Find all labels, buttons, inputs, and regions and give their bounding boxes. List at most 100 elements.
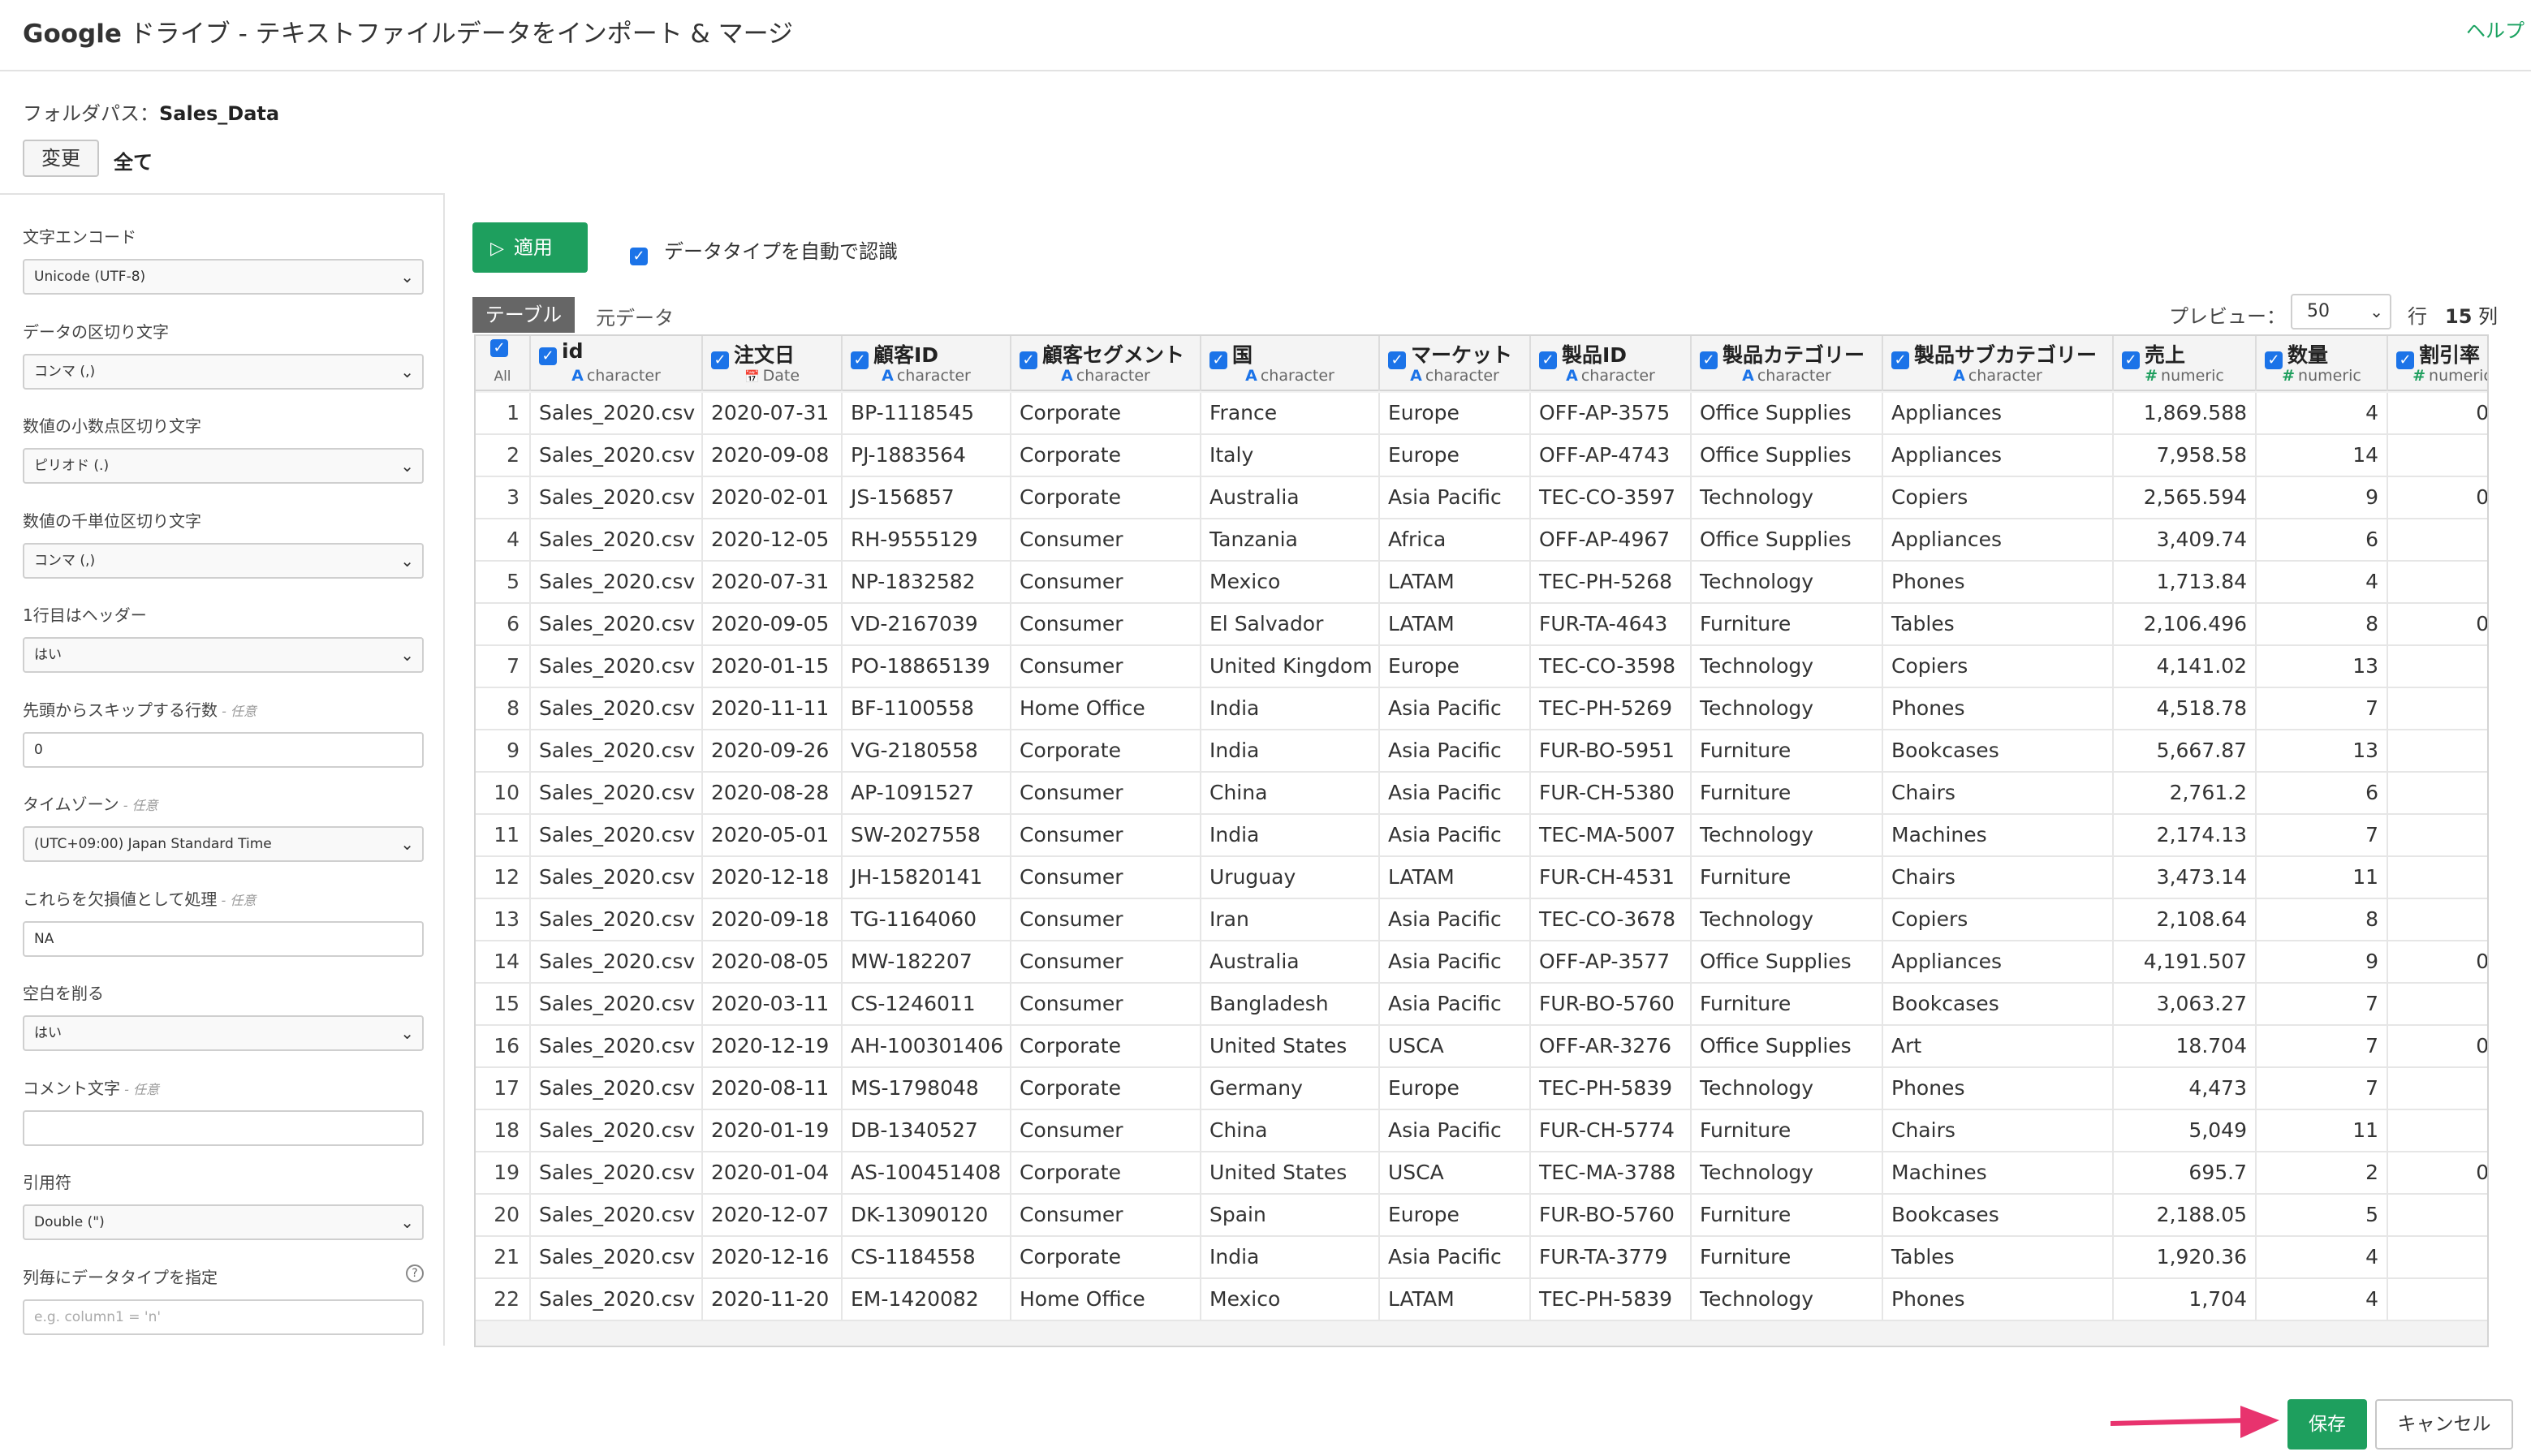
setting-input[interactable]: e.g. column1 = 'n' xyxy=(23,1299,424,1335)
all-files-label: 全て xyxy=(114,151,153,174)
table-cell: FUR-CH-5380 xyxy=(1531,773,1692,815)
setting-select[interactable]: コンマ (,) ⌄ xyxy=(23,353,424,390)
column-type[interactable]: Acharacter xyxy=(531,367,701,385)
table-cell: 2020-05-01 xyxy=(703,815,843,857)
table-row: 10 Sales_2020.csv 2020-08-28 AP-1091527 Cons… xyxy=(476,773,2487,815)
apply-button-label: 適用 xyxy=(513,236,553,259)
table-cell: 2,188.05 xyxy=(2114,1195,2257,1237)
table-cell: EM-1420082 xyxy=(843,1279,1011,1321)
column-type[interactable]: # numeric xyxy=(2114,367,2255,385)
column-header[interactable]: ✓ 割引率 # numeric xyxy=(2388,336,2487,391)
column-header[interactable]: ✓ 顧客ID Acharacter xyxy=(843,336,1011,391)
row-index: 16 xyxy=(476,1026,531,1068)
table-cell: Bangladesh xyxy=(1201,984,1380,1026)
column-type-label: character xyxy=(1076,367,1150,385)
tab-table[interactable]: テーブル xyxy=(472,297,575,333)
table-cell: 6 xyxy=(2257,773,2388,815)
column-type[interactable]: Acharacter xyxy=(1201,367,1378,385)
table-row: 14 Sales_2020.csv 2020-08-05 MW-182207 Consu… xyxy=(476,941,2487,984)
column-header[interactable]: ✓ 数量 # numeric xyxy=(2257,336,2388,391)
save-button[interactable]: 保存 xyxy=(2287,1399,2367,1450)
tab-raw-data[interactable]: 元データ xyxy=(596,302,674,330)
setting-input[interactable]: NA xyxy=(23,920,424,957)
setting-label: 文字エンコード xyxy=(23,224,424,248)
apply-button[interactable]: ▷ 適用 xyxy=(472,222,588,273)
column-type[interactable]: Acharacter xyxy=(1692,367,1882,385)
column-header[interactable]: ✓ 製品カテゴリー Acharacter xyxy=(1692,336,1883,391)
setting-select[interactable]: はい ⌄ xyxy=(23,1015,424,1051)
setting-select[interactable]: Unicode (UTF-8) ⌄ xyxy=(23,259,424,295)
column-header[interactable]: ✓ 国 Acharacter xyxy=(1201,336,1380,391)
column-name: 顧客セグメント xyxy=(1042,343,1185,367)
setting-select[interactable]: (UTC+09:00) Japan Standard Time ⌄ xyxy=(23,826,424,862)
table-cell: LATAM xyxy=(1380,1279,1531,1321)
table-row: 9 Sales_2020.csv 2020-09-26 VG-2180558 Corpo… xyxy=(476,730,2487,773)
help-link[interactable]: ヘルプ xyxy=(2466,15,2525,43)
column-header[interactable]: ✓ id Acharacter xyxy=(531,336,703,391)
setting-select[interactable]: はい ⌄ xyxy=(23,637,424,673)
setting-input[interactable]: 0 xyxy=(23,731,424,768)
column-type[interactable]: # numeric xyxy=(2257,367,2387,385)
table-cell: 7,958.58 xyxy=(2114,435,2257,477)
column-header[interactable]: ✓ 注文日 📅 Date xyxy=(703,336,843,391)
column-type[interactable]: # numeric xyxy=(2388,367,2487,385)
table-cell: 2020-12-19 xyxy=(703,1026,843,1068)
column-type[interactable]: Acharacter xyxy=(1883,367,2112,385)
numeric-type-icon: # xyxy=(2412,367,2426,385)
column-header[interactable]: ✓ 売上 # numeric xyxy=(2114,336,2257,391)
setting-select[interactable]: ピリオド (.) ⌄ xyxy=(23,448,424,484)
table-cell: Technology xyxy=(1692,1068,1883,1110)
select-all-checkbox[interactable]: ✓ xyxy=(490,339,508,357)
table-cell: Sales_2020.csv xyxy=(531,941,703,984)
table-cell: 2020-12-05 xyxy=(703,519,843,562)
setting-select[interactable]: コンマ (,) ⌄ xyxy=(23,542,424,579)
column-type[interactable]: Acharacter xyxy=(1380,367,1529,385)
help-icon[interactable]: ? xyxy=(406,1264,424,1282)
table-cell: Consumer xyxy=(1011,646,1201,688)
table-row: 6 Sales_2020.csv 2020-09-05 VD-2167039 Consu… xyxy=(476,604,2487,646)
table-row: 13 Sales_2020.csv 2020-09-18 TG-1164060 Cons… xyxy=(476,899,2487,941)
table-cell: OFF-AP-4967 xyxy=(1531,519,1692,562)
table-row: 1 Sales_2020.csv 2020-07-31 BP-1118545 Corpo… xyxy=(476,393,2487,435)
column-checkbox[interactable]: ✓ xyxy=(539,347,557,365)
character-type-icon: A xyxy=(1566,367,1578,385)
table-cell: 1,869.588 xyxy=(2114,393,2257,435)
table-cell: AH-100301406 xyxy=(843,1026,1011,1068)
table-cell: Sales_2020.csv xyxy=(531,984,703,1026)
column-type[interactable]: Acharacter xyxy=(843,367,1010,385)
play-icon: ▷ xyxy=(490,239,504,259)
table-cell: LATAM xyxy=(1380,604,1531,646)
table-row: 15 Sales_2020.csv 2020-03-11 CS-1246011 Cons… xyxy=(476,984,2487,1026)
table-cell: United States xyxy=(1201,1152,1380,1195)
preview-rows-select[interactable]: 50 ⌄ xyxy=(2291,294,2391,330)
auto-detect-types-checkbox[interactable]: ✓ データタイプを自動で認識 xyxy=(630,235,898,265)
checkbox-checked-icon[interactable]: ✓ xyxy=(630,248,648,265)
column-header[interactable]: ✓ マーケット Acharacter xyxy=(1380,336,1531,391)
table-cell: Machines xyxy=(1883,1152,2114,1195)
column-type[interactable]: Acharacter xyxy=(1011,367,1200,385)
table-cell: Consumer xyxy=(1011,562,1201,604)
row-index: 7 xyxy=(476,646,531,688)
setting-select[interactable]: Double (") ⌄ xyxy=(23,1204,424,1240)
row-index: 20 xyxy=(476,1195,531,1237)
column-type[interactable]: Acharacter xyxy=(1531,367,1690,385)
column-header[interactable]: ✓ 製品サブカテゴリー Acharacter xyxy=(1883,336,2114,391)
select-all-column[interactable]: ✓ All xyxy=(476,336,531,391)
table-cell: 2020-11-11 xyxy=(703,688,843,730)
change-folder-button[interactable]: 変更 xyxy=(23,140,99,177)
table-cell: 0 xyxy=(2388,1279,2487,1321)
table-cell: Office Supplies xyxy=(1692,1026,1883,1068)
table-cell: JH-15820141 xyxy=(843,857,1011,899)
table-cell: Technology xyxy=(1692,688,1883,730)
table-row: 2 Sales_2020.csv 2020-09-08 PJ-1883564 Corpo… xyxy=(476,435,2487,477)
table-cell: 0 xyxy=(2388,899,2487,941)
cancel-button[interactable]: キャンセル xyxy=(2375,1399,2513,1450)
setting-label-text: タイムゾーン xyxy=(23,795,119,814)
column-header[interactable]: ✓ 顧客セグメント Acharacter xyxy=(1011,336,1201,391)
table-cell: 4,191.507 xyxy=(2114,941,2257,984)
column-type[interactable]: 📅 Date xyxy=(703,367,841,385)
column-header[interactable]: ✓ 製品ID Acharacter xyxy=(1531,336,1692,391)
table-cell: Mexico xyxy=(1201,562,1380,604)
setting-input[interactable] xyxy=(23,1109,424,1146)
setting-label: 1行目はヘッダー xyxy=(23,602,424,626)
